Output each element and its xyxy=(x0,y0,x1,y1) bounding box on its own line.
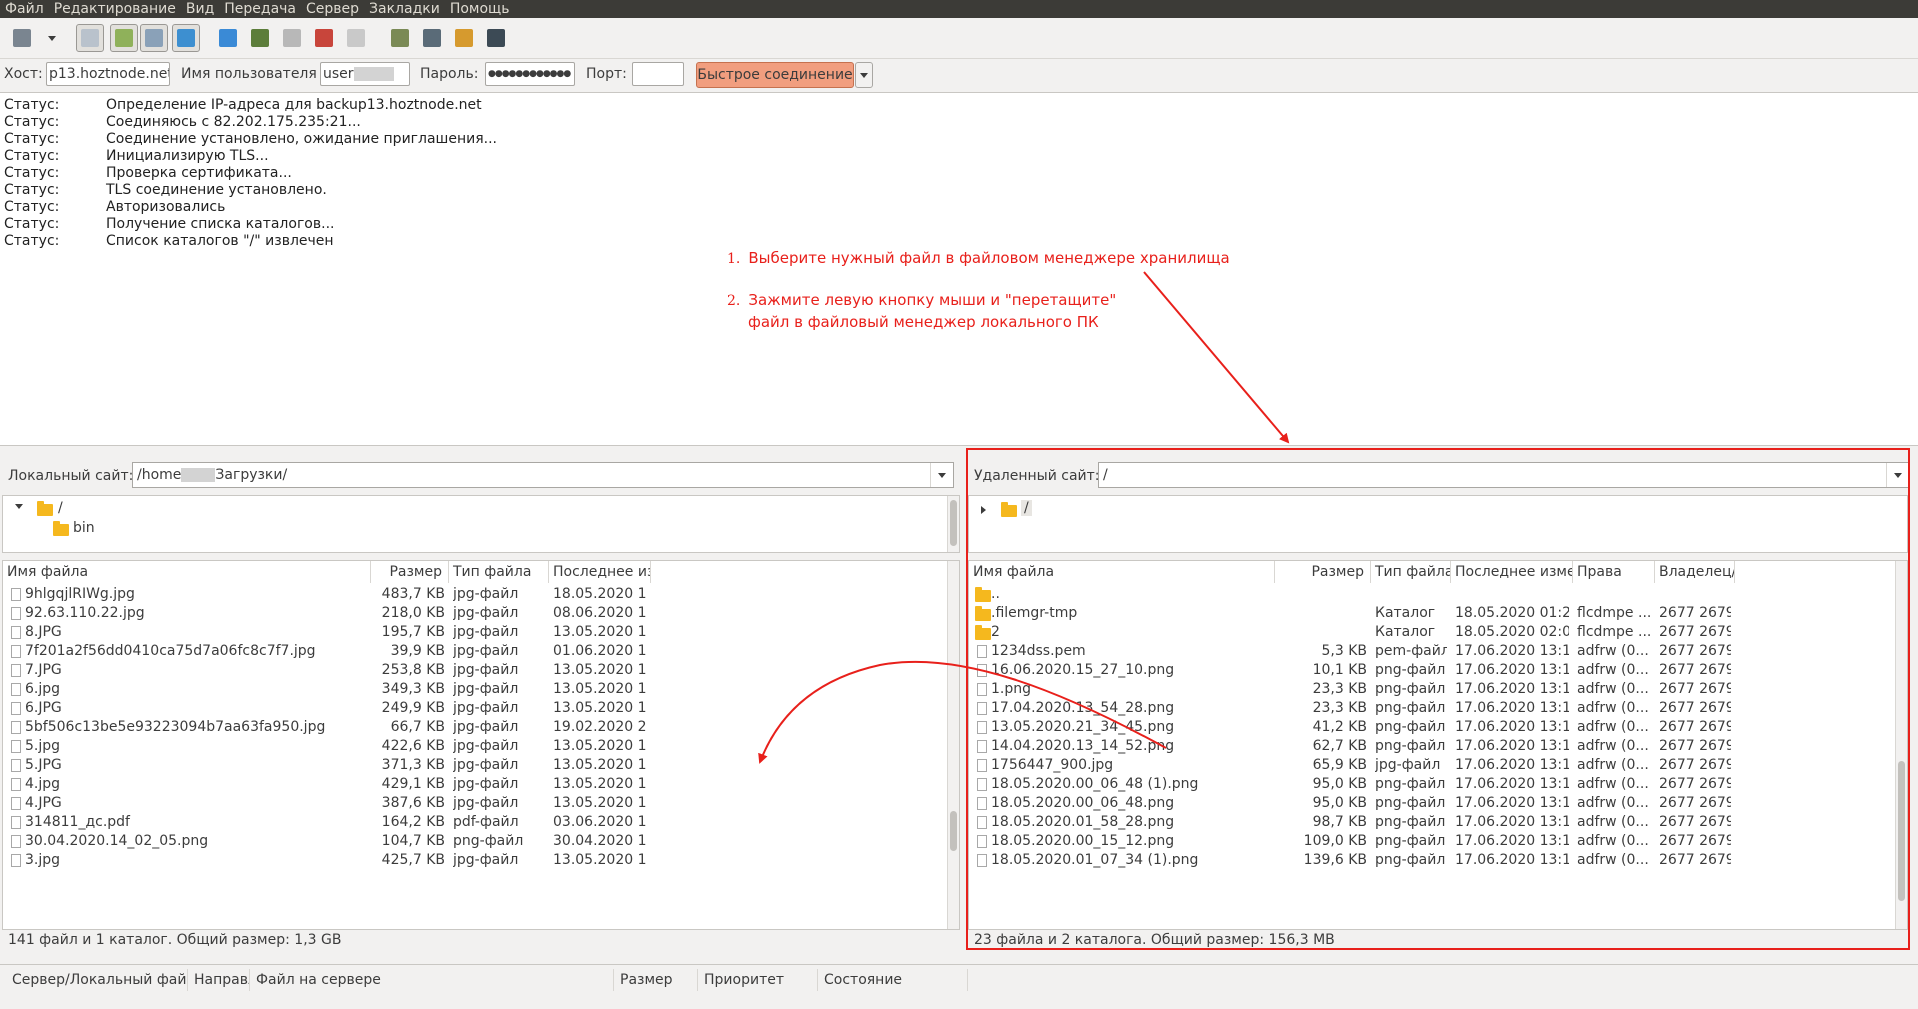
arrow-to-local xyxy=(758,660,1167,764)
arrow-to-remote xyxy=(1143,271,1290,444)
annotation-arrows xyxy=(758,271,1290,764)
